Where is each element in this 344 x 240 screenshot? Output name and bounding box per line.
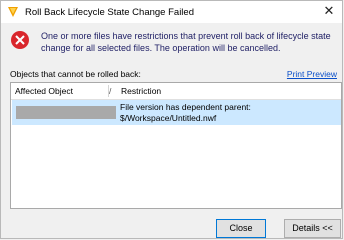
table-header: Affected Object / Restriction bbox=[11, 83, 341, 100]
column-header-restriction[interactable]: Restriction bbox=[121, 86, 161, 96]
objects-table[interactable]: Affected Object / Restriction File versi… bbox=[10, 82, 342, 209]
restriction-cell: File version has dependent parent: $/Wor… bbox=[120, 102, 251, 124]
dialog-window: Roll Back Lifecycle State Change Failed … bbox=[0, 0, 343, 239]
details-toggle-button[interactable]: Details << bbox=[284, 219, 341, 238]
column-sort-indicator: / bbox=[109, 86, 112, 96]
error-message: One or more files have restrictions that… bbox=[41, 31, 331, 53]
close-button[interactable]: Close bbox=[216, 219, 266, 238]
vault-app-icon bbox=[7, 6, 19, 18]
restriction-line-2: $/Workspace/Untitled.nwf bbox=[120, 113, 217, 123]
close-window-button[interactable]: ✕ bbox=[322, 4, 336, 18]
window-title: Roll Back Lifecycle State Change Failed bbox=[25, 7, 194, 18]
table-row[interactable]: File version has dependent parent: $/Wor… bbox=[12, 100, 341, 125]
title-bar: Roll Back Lifecycle State Change Failed … bbox=[1, 1, 342, 23]
error-icon bbox=[10, 30, 30, 50]
restriction-line-1: File version has dependent parent: bbox=[120, 102, 251, 112]
column-header-affected-object[interactable]: Affected Object bbox=[15, 86, 73, 96]
column-divider[interactable] bbox=[108, 85, 109, 97]
affected-object-cell bbox=[16, 106, 116, 119]
objects-label: Objects that cannot be rolled back: bbox=[10, 69, 141, 79]
print-preview-link[interactable]: Print Preview bbox=[287, 69, 337, 79]
